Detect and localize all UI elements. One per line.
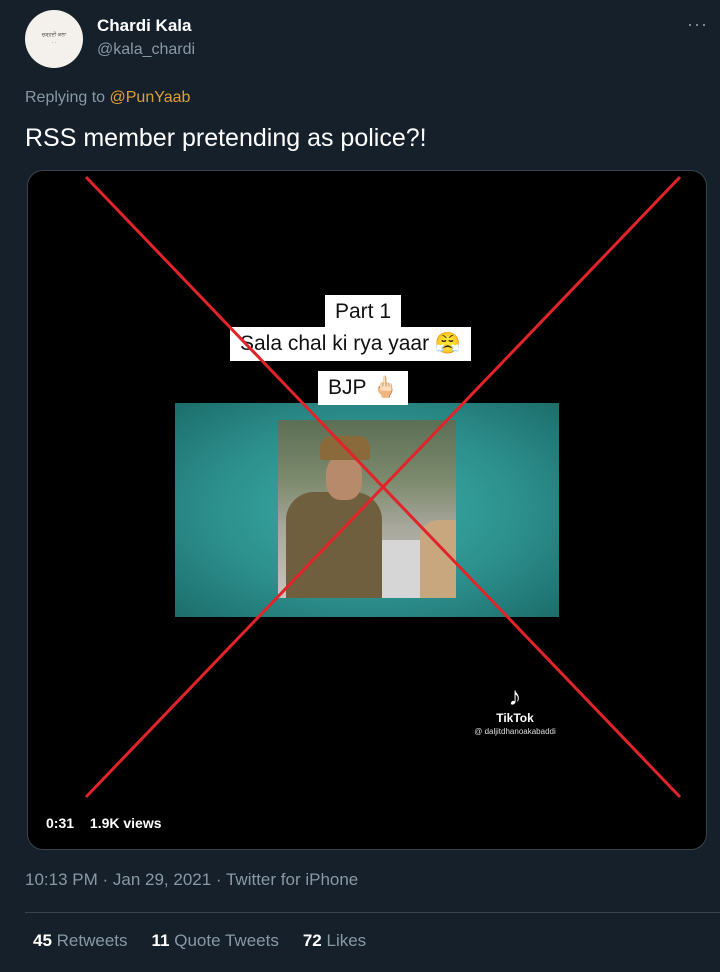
avatar[interactable]: ਚੜ੍ਹਦੀ ਕਲਾ · · [25,10,83,68]
video-duration: 0:31 [46,815,75,831]
tiktok-label: TikTok [496,711,534,725]
bystander-shape [420,520,456,598]
author-handle[interactable]: @kala_chardi [97,41,195,59]
quote-tweets-stat[interactable]: 11 Quote Tweets [152,931,279,951]
video-caption-line-2: Sala chal ki rya yaar 😤 [230,327,472,361]
retweets-label: Retweets [56,931,128,950]
tiktok-note-icon: ♪ [508,681,522,711]
likes-label: Likes [326,931,367,950]
author-display-name[interactable]: Chardi Kala [97,16,191,36]
reply-prefix: Replying to [25,89,106,106]
video-player[interactable]: Part 1 Sala chal ki rya yaar 😤 BJP 🖕🏻 ♪ … [27,170,707,850]
divider [25,912,720,913]
quote-tweets-label: Quote Tweets [174,931,279,950]
reply-mention-link[interactable]: @PunYaab [110,89,191,106]
tweet-text: RSS member pretending as police?! [25,124,427,152]
tiktok-watermark: ♪ TikTok @ daljitdhanoakabaddi [450,683,580,736]
likes-stat[interactable]: 72 Likes [303,931,366,951]
reply-context: Replying to @PunYaab [25,89,190,107]
video-views: 1.9K views [89,815,162,831]
video-caption-line-1: Part 1 [325,295,402,329]
retweets-stat[interactable]: 45 Retweets [33,931,128,951]
tweet: ਚੜ੍ਹਦੀ ਕਲਾ · · Chardi Kala @kala_chardi ·… [0,0,720,972]
officer-face-shape [326,456,362,500]
video-frame [175,403,559,617]
quote-tweets-count: 11 [151,931,170,950]
tiktok-username: @ daljitdhanoakabaddi [474,727,556,736]
officer-body-shape [286,492,382,598]
engagement-stats: 45 Retweets 11 Quote Tweets 72 Likes [33,931,366,951]
video-meta: 0:31 1.9K views [46,815,162,831]
video-caption-line-3: BJP 🖕🏻 [318,371,409,405]
likes-count: 72 [302,931,322,950]
officer-cap-shape [320,436,370,460]
avatar-logo: ਚੜ੍ਹਦੀ ਕਲਾ · · [41,32,67,46]
retweets-count: 45 [33,931,52,950]
more-options-icon[interactable]: ··· [687,14,708,35]
tweet-timestamp[interactable]: 10:13 PM · Jan 29, 2021 · Twitter for iP… [25,870,358,890]
video-thumbnail [278,420,456,598]
